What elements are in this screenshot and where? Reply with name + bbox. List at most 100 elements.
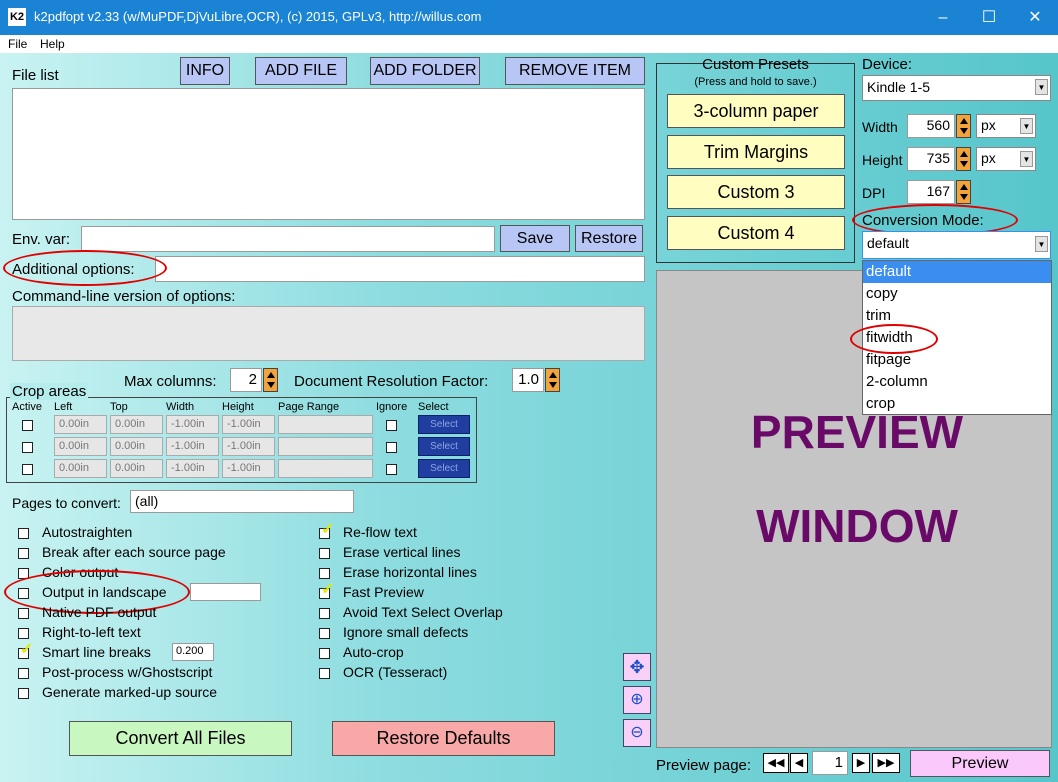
ghostscript-checkbox[interactable] [18,668,29,679]
preset-custom-3-button[interactable]: Custom 3 [667,175,845,209]
mode-option-2-column[interactable]: 2-column [863,371,1051,393]
avoid-overlap-label: Avoid Text Select Overlap [343,604,503,620]
mode-option-crop[interactable]: crop [863,393,1051,415]
max-columns-spinner[interactable] [263,368,278,392]
height-spinner[interactable] [956,147,971,171]
info-button[interactable]: INFO [180,57,230,85]
env-var-input[interactable] [81,226,495,252]
mode-option-default[interactable]: default [863,261,1051,283]
file-list-box[interactable] [12,88,645,220]
crop-hdr-select: Select [418,401,449,413]
additional-options-input[interactable] [155,256,645,282]
crop-row2-top[interactable]: 0.00in [110,437,163,456]
width-unit-select[interactable]: px ▼ [976,114,1036,138]
auto-crop-checkbox[interactable] [319,648,330,659]
width-input[interactable]: 560 [907,114,955,138]
preset-trim-margins-button[interactable]: Trim Margins [667,135,845,169]
crop-row1-active-checkbox[interactable] [22,420,33,431]
preset-3-column-button[interactable]: 3-column paper [667,94,845,128]
smart-line-breaks-label: Smart line breaks [42,644,151,660]
crop-row1-ignore-checkbox[interactable] [386,420,397,431]
conversion-mode-select[interactable]: default ▼ [862,231,1051,259]
crop-row3-top[interactable]: 0.00in [110,459,163,478]
doc-res-input[interactable]: 1.0 [512,368,544,392]
marked-up-checkbox[interactable] [18,688,29,699]
break-page-checkbox[interactable] [18,548,29,559]
crop-row3-height[interactable]: -1.00in [222,459,275,478]
zoom-out-icon[interactable]: ⊖ [623,719,651,747]
preview-page-label: Preview page: [656,757,752,774]
native-pdf-checkbox[interactable] [18,608,29,619]
minimize-button[interactable]: – [920,0,966,35]
pan-icon[interactable]: ✥ [623,653,651,681]
preset-custom-4-button[interactable]: Custom 4 [667,216,845,250]
crop-row3-select-button[interactable]: Select [418,459,470,478]
dpi-input[interactable]: 167 [907,180,955,204]
ocr-label: OCR (Tesseract) [343,664,448,680]
height-input[interactable]: 735 [907,147,955,171]
crop-row1-width[interactable]: -1.00in [166,415,219,434]
env-var-label: Env. var: [12,231,71,248]
preview-page-input[interactable]: 1 [812,751,848,775]
smart-line-breaks-input[interactable]: 0.200 [172,643,214,661]
crop-row3-left[interactable]: 0.00in [54,459,107,478]
crop-row1-range[interactable] [278,415,373,434]
env-save-button[interactable]: Save [500,225,570,252]
dpi-spinner[interactable] [956,180,971,204]
erase-horizontal-label: Erase horizontal lines [343,564,477,580]
crop-row2-left[interactable]: 0.00in [54,437,107,456]
max-columns-input[interactable]: 2 [230,368,262,392]
close-button[interactable]: ✕ [1012,0,1058,35]
crop-row3-ignore-checkbox[interactable] [386,464,397,475]
device-select[interactable]: Kindle 1-5 ▼ [862,75,1051,101]
crop-row3-range[interactable] [278,459,373,478]
pages-label: Pages to convert: [12,495,121,511]
crop-row2-select-button[interactable]: Select [418,437,470,456]
convert-all-button[interactable]: Convert All Files [69,721,292,756]
last-page-icon[interactable]: ▶▶ [872,753,900,773]
next-page-icon[interactable]: ▶ [852,753,870,773]
crop-row3-active-checkbox[interactable] [22,464,33,475]
avoid-overlap-checkbox[interactable] [319,608,330,619]
ocr-checkbox[interactable] [319,668,330,679]
env-restore-button[interactable]: Restore [575,225,643,252]
annotation-oval-additional-options [3,250,167,286]
landscape-extra-input[interactable] [190,583,261,601]
prev-page-icon[interactable]: ◀ [790,753,808,773]
pages-input[interactable]: (all) [130,490,354,513]
first-page-icon[interactable]: ◀◀ [763,753,789,773]
menu-help[interactable]: Help [40,37,65,51]
menu-file[interactable]: File [8,37,27,51]
autostraighten-checkbox[interactable] [18,528,29,539]
crop-row2-ignore-checkbox[interactable] [386,442,397,453]
width-spinner[interactable] [956,114,971,138]
crop-row1-top[interactable]: 0.00in [110,415,163,434]
window-title: k2pdfopt v2.33 (w/MuPDF,DjVuLibre,OCR), … [34,9,482,24]
add-file-button[interactable]: ADD FILE [255,57,347,85]
crop-row3-width[interactable]: -1.00in [166,459,219,478]
crop-row2-height[interactable]: -1.00in [222,437,275,456]
preview-button[interactable]: Preview [910,750,1050,777]
maximize-button[interactable]: ☐ [966,0,1012,35]
rtl-text-label: Right-to-left text [42,624,141,640]
erase-vertical-checkbox[interactable] [319,548,330,559]
crop-row1-select-button[interactable]: Select [418,415,470,434]
remove-item-button[interactable]: REMOVE ITEM [505,57,645,85]
chevron-down-icon: ▼ [1035,79,1048,95]
doc-res-spinner[interactable] [545,368,560,392]
crop-row2-active-checkbox[interactable] [22,442,33,453]
marked-up-label: Generate marked-up source [42,684,218,700]
crop-row1-height[interactable]: -1.00in [222,415,275,434]
ghostscript-label: Post-process w/Ghostscript [42,664,213,680]
zoom-in-icon[interactable]: ⊕ [623,686,651,714]
add-folder-button[interactable]: ADD FOLDER [370,57,480,85]
height-unit-select[interactable]: px ▼ [976,147,1036,171]
crop-row2-range[interactable] [278,437,373,456]
ignore-defects-checkbox[interactable] [319,628,330,639]
erase-horizontal-checkbox[interactable] [319,568,330,579]
crop-row2-width[interactable]: -1.00in [166,437,219,456]
restore-defaults-button[interactable]: Restore Defaults [332,721,555,756]
crop-row1-left[interactable]: 0.00in [54,415,107,434]
rtl-text-checkbox[interactable] [18,628,29,639]
mode-option-copy[interactable]: copy [863,283,1051,305]
